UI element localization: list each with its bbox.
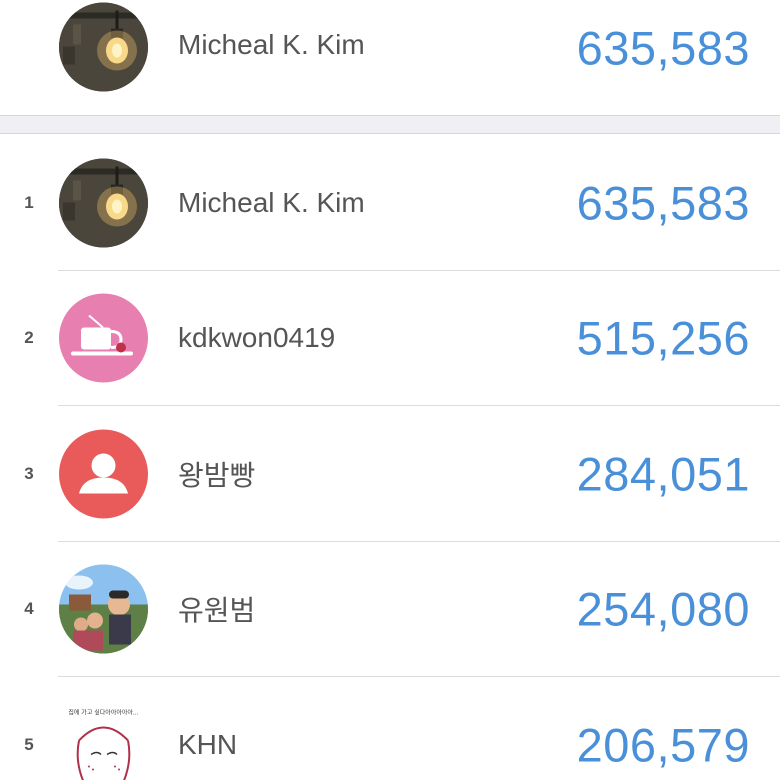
- player-score: 635,583: [576, 176, 750, 230]
- player-score: 515,256: [576, 311, 750, 365]
- rank-number: 2: [24, 328, 34, 348]
- player-score: 206,579: [576, 718, 750, 772]
- rank-number: 1: [24, 192, 34, 212]
- ranking-row[interactable]: 5 집에 가고 싶다아아아아아... KHN 206,579: [0, 677, 780, 780]
- my-score: 635,583: [576, 21, 750, 75]
- section-separator: [0, 116, 780, 134]
- light-bulb-avatar-icon: [59, 2, 148, 92]
- player-name: 유원범: [178, 595, 256, 627]
- rank-number: 3: [24, 463, 34, 483]
- rank-number: 5: [24, 734, 34, 754]
- family-photo-avatar-icon: [59, 564, 148, 654]
- player-name: 왕밤빵: [178, 459, 256, 491]
- my-name: Micheal K. Kim: [178, 29, 365, 60]
- player-name: Micheal K. Kim: [178, 186, 365, 218]
- my-ranking-row[interactable]: Micheal K. Kim 635,583: [0, 0, 780, 116]
- coffee-cup-avatar-icon: [59, 293, 148, 383]
- player-score: 284,051: [576, 447, 750, 501]
- light-bulb-avatar-icon: [59, 158, 148, 248]
- ranking-row[interactable]: 4 유원범 254,080: [0, 542, 780, 677]
- ranking-list: 1 Micheal K. Kim 635,583 2 kdkwon0419 51…: [0, 135, 780, 780]
- ranking-row[interactable]: 1 Micheal K. Kim 635,583: [0, 135, 780, 271]
- ranking-row[interactable]: 2 kdkwon0419 515,256: [0, 271, 780, 406]
- cartoon-drawing-avatar-icon: 집에 가고 싶다아아아아아...: [59, 700, 148, 780]
- player-name: kdkwon0419: [178, 322, 336, 354]
- player-score: 254,080: [576, 582, 750, 636]
- default-user-avatar-icon: [59, 429, 148, 519]
- ranking-row[interactable]: 3 왕밤빵 284,051: [0, 406, 780, 542]
- player-name: KHN: [178, 728, 238, 760]
- drawing-caption: 집에 가고 싶다아아아아아...: [68, 708, 138, 716]
- rank-number: 4: [24, 599, 34, 619]
